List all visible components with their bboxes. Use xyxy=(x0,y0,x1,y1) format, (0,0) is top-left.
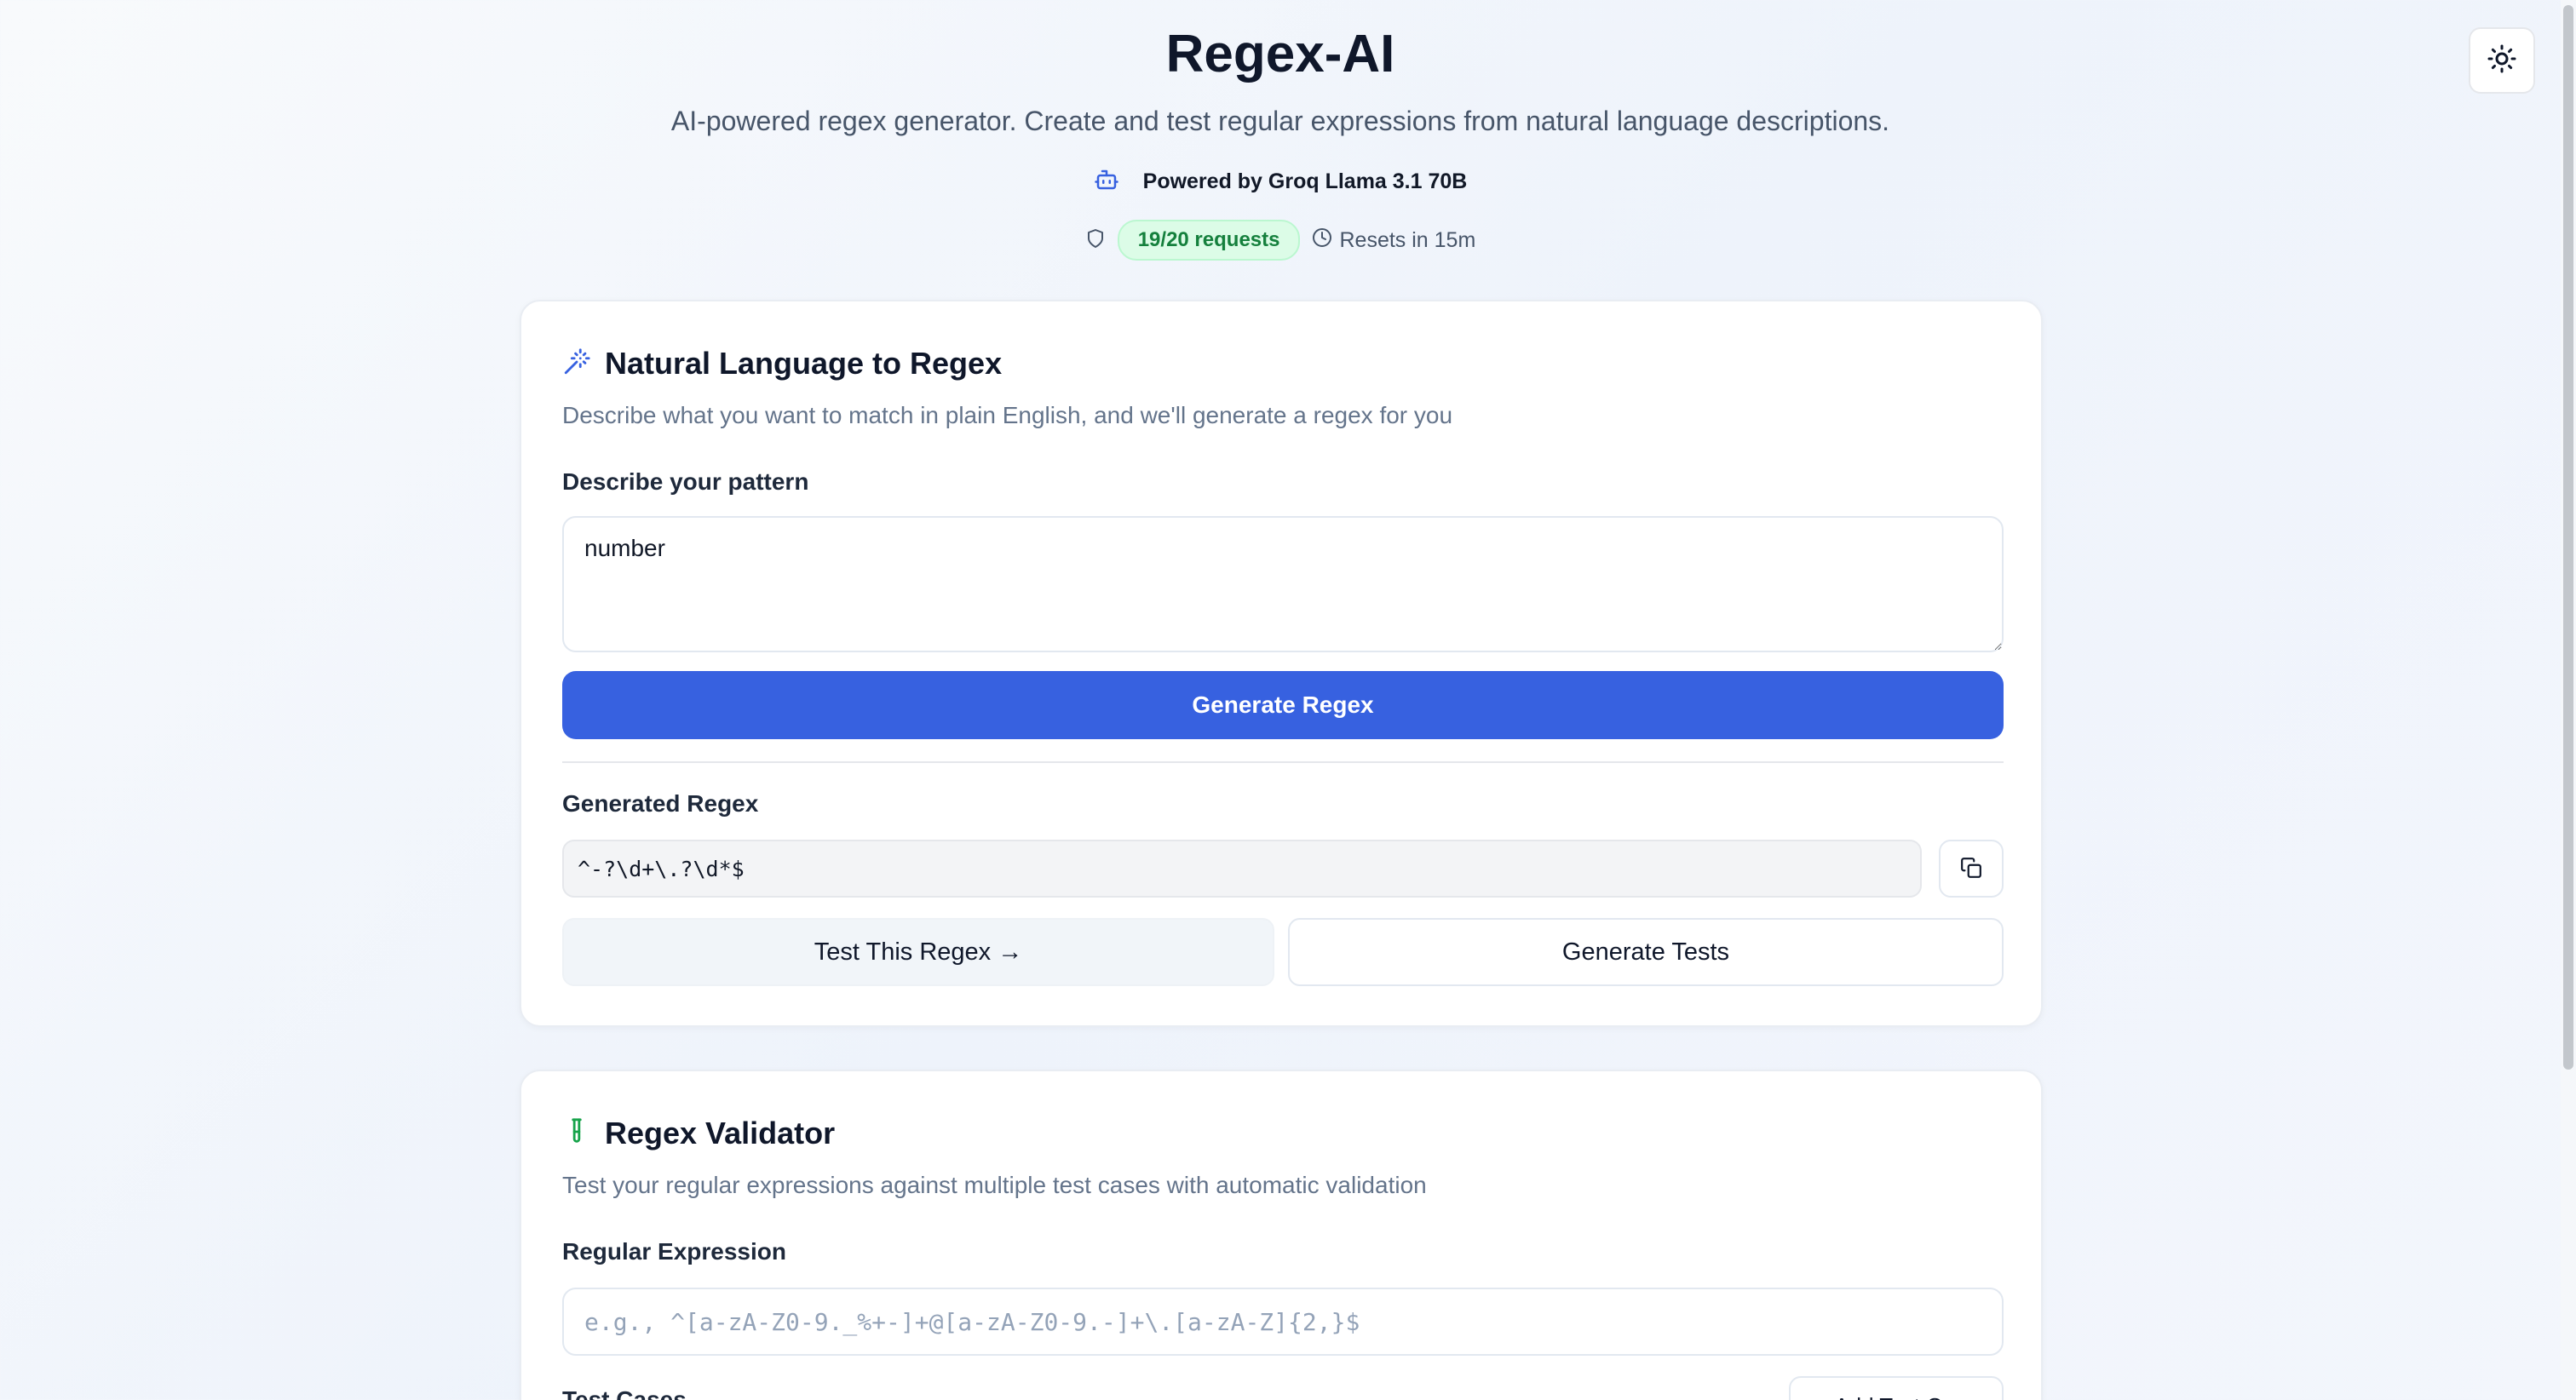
generate-regex-button[interactable]: Generate Regex xyxy=(562,671,2004,739)
validator-card-header: Regex Validator xyxy=(562,1116,835,1151)
shield-icon xyxy=(1085,228,1106,253)
nl-to-regex-card: Natural Language to Regex Describe what … xyxy=(520,300,2043,1027)
regex-input[interactable] xyxy=(562,1288,2004,1356)
copy-icon xyxy=(1960,857,1982,881)
nl-card-header: Natural Language to Regex xyxy=(562,346,1002,382)
powered-by-row: Powered by Groq Llama 3.1 70B xyxy=(0,167,2561,197)
nl-card-title: Natural Language to Regex xyxy=(605,346,1003,381)
nl-card-description: Describe what you want to match in plain… xyxy=(562,402,1453,428)
scrollbar-thumb[interactable] xyxy=(2563,5,2573,1070)
quota-row: 19/20 requests Resets in 15m xyxy=(0,220,2561,261)
test-this-regex-button[interactable]: Test This Regex → xyxy=(562,918,1274,986)
quota-badge: 19/20 requests xyxy=(1117,220,1301,261)
regex-validator-card: Regex Validator Test your regular expres… xyxy=(520,1070,2043,1400)
pattern-label: Describe your pattern xyxy=(562,468,809,495)
clock-icon xyxy=(1312,227,1332,254)
add-test-case-button[interactable]: + Add Test Case xyxy=(1789,1376,2004,1400)
validator-card-description: Test your regular expressions against mu… xyxy=(562,1172,1427,1198)
page: Regex-AI AI-powered regex generator. Cre… xyxy=(0,0,2561,1400)
powered-by-text: Powered by Groq Llama 3.1 70B xyxy=(1142,169,1468,193)
wand-icon xyxy=(562,347,591,381)
sun-icon xyxy=(2487,43,2517,78)
scrollbar[interactable] xyxy=(2561,0,2576,1400)
copy-button[interactable] xyxy=(1939,840,2004,898)
page-title: Regex-AI xyxy=(1165,25,1395,83)
test-tube-icon xyxy=(562,1117,591,1150)
bot-icon xyxy=(1094,167,1119,197)
pattern-textarea[interactable] xyxy=(562,516,2004,652)
validator-card-title: Regex Validator xyxy=(605,1116,836,1150)
resets-text: Resets in 15m xyxy=(1339,227,1476,252)
resets-info: Resets in 15m xyxy=(1312,227,1475,254)
generated-regex-output[interactable]: ^-?\d+\.?\d*$ xyxy=(562,840,1922,898)
theme-toggle-button[interactable] xyxy=(2469,27,2535,94)
plus-icon: + xyxy=(1814,1393,1827,1400)
test-cases-label: Test Cases xyxy=(562,1386,687,1400)
add-test-case-label: Add Test Case xyxy=(1834,1393,1978,1400)
divider xyxy=(562,761,2004,763)
generate-tests-button[interactable]: Generate Tests xyxy=(1288,918,2004,986)
generated-regex-label: Generated Regex xyxy=(562,790,759,817)
regular-expression-label: Regular Expression xyxy=(562,1238,786,1265)
page-subtitle: AI-powered regex generator. Create and t… xyxy=(670,106,1890,136)
